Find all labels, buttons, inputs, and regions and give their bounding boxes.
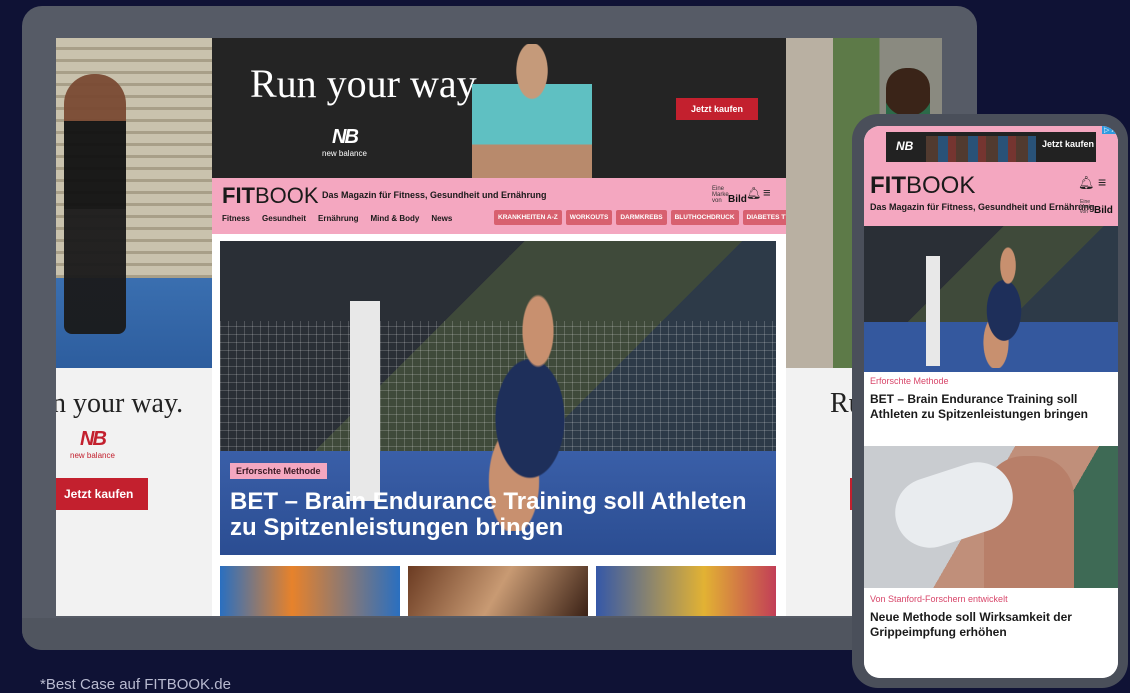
fitbook-logo[interactable]: FITBOOK [222, 183, 319, 209]
new-balance-logo: NB new balance [322, 126, 367, 158]
site-tagline: Das Magazin für Fitness, Gesundheit und … [322, 190, 547, 200]
logo-light: BOOK [906, 172, 976, 199]
hamburger-menu-icon[interactable]: ≡ [1098, 174, 1106, 190]
laptop-frame: n your way. NB new balance Jetzt kaufen … [22, 6, 977, 650]
nav-item-gesundheit[interactable]: Gesundheit [262, 214, 306, 223]
ad-choices-close-icon[interactable]: ▷ X [1102, 126, 1118, 134]
article-kicker: Von Stanford-Forschern entwickelt [870, 594, 1008, 604]
phone-screen: NB Jetzt kaufen ▷ X FITBOOK 🔔︎ ≡ Das Mag… [864, 126, 1118, 678]
laptop-screen: n your way. NB new balance Jetzt kaufen … [56, 38, 942, 616]
mobile-ad-image: NB Jetzt kaufen [886, 132, 1096, 162]
article-image[interactable] [864, 446, 1118, 588]
topic-tags: KRANKHEITEN A-Z WORKOUTS DARMKREBS BLUTH… [494, 210, 804, 225]
partner-name: Bild [728, 194, 747, 205]
side-ad-left-cta-button[interactable]: Jetzt kaufen [56, 478, 148, 510]
fitbook-logo[interactable]: FITBOOK [870, 172, 975, 200]
tag-darmkrebs[interactable]: DARMKREBS [616, 210, 667, 225]
partner-small: Eine Marke von [712, 186, 729, 204]
new-balance-logo: NB new balance [70, 428, 115, 460]
tag-workouts[interactable]: WORKOUTS [565, 210, 613, 225]
nav-item-mind-body[interactable]: Mind & Body [370, 214, 419, 223]
hero-article[interactable]: Erforschte Methode BET – Brain Endurance… [220, 241, 776, 555]
nav-item-ernaehrung[interactable]: Ernährung [318, 214, 358, 223]
bild-partner-logo[interactable]: Eine Marke von Bild [1080, 199, 1113, 216]
top-ad-cta-button[interactable]: Jetzt kaufen [676, 98, 758, 120]
athlete-photo [472, 44, 592, 178]
article-kicker: Erforschte Methode [870, 376, 949, 386]
logo-bold: FIT [222, 183, 255, 208]
bild-partner-logo[interactable]: Eine Marke von Bild [712, 186, 747, 205]
laptop-base [22, 618, 977, 650]
hero-kicker: Erforschte Methode [230, 463, 327, 479]
mobile-banner-ad[interactable]: NB Jetzt kaufen ▷ X [864, 126, 1118, 166]
nav-item-fitness[interactable]: Fitness [222, 214, 250, 223]
bell-icon[interactable]: 🔔︎ [746, 186, 761, 200]
top-ad-slogan: Run your way. [250, 61, 485, 106]
side-ad-left[interactable]: n your way. NB new balance Jetzt kaufen [56, 38, 212, 616]
mobile-ad-cta[interactable]: Jetzt kaufen [1042, 139, 1094, 149]
player-photo [964, 240, 1044, 368]
new-balance-mark: NB [80, 428, 107, 450]
hamburger-menu-icon[interactable]: ≡ [763, 185, 771, 200]
new-balance-word: new balance [322, 149, 367, 158]
side-ad-left-slogan: n your way. [56, 388, 184, 419]
bell-icon[interactable]: 🔔︎ [1078, 175, 1095, 191]
article-title[interactable]: Neue Methode soll Wirksamkeit der Grippe… [870, 610, 1114, 640]
logo-light: BOOK [255, 183, 319, 208]
new-balance-word: new balance [70, 451, 115, 460]
net-post-photo [926, 256, 940, 366]
article-thumbnail[interactable] [408, 566, 588, 616]
main-nav: Fitness Gesundheit Ernährung Mind & Body… [222, 214, 452, 223]
caption: *Best Case auf FITBOOK.de [40, 676, 231, 693]
new-balance-mark: NB [332, 126, 359, 148]
ad-people-photo [926, 136, 1036, 162]
phone-frame: NB Jetzt kaufen ▷ X FITBOOK 🔔︎ ≡ Das Mag… [852, 114, 1128, 688]
logo-bold: FIT [870, 172, 906, 199]
hero-title[interactable]: BET – Brain Endurance Training soll Athl… [230, 489, 750, 541]
partner-small: Eine Marke von [1080, 199, 1094, 215]
article-thumbnail[interactable] [220, 566, 400, 616]
net-post-photo [350, 301, 380, 501]
site-header: FITBOOK Das Magazin für Fitness, Gesundh… [212, 178, 804, 234]
mobile-site-header: FITBOOK 🔔︎ ≡ Das Magazin für Fitness, Ge… [864, 166, 1118, 226]
nav-item-news[interactable]: News [431, 214, 452, 223]
tag-bluthochdruck[interactable]: BLUTHOCHDRUCK [670, 210, 739, 225]
new-balance-mark: NB [896, 139, 914, 153]
tag-krankheiten[interactable]: KRANKHEITEN A-Z [494, 210, 562, 225]
runner-photo [64, 74, 126, 334]
article-title[interactable]: BET – Brain Endurance Training soll Athl… [870, 392, 1114, 422]
article-thumbnail[interactable] [596, 566, 776, 616]
top-banner-ad[interactable]: Run your way. NB new balance Jetzt kaufe… [212, 38, 786, 178]
partner-name: Bild [1094, 205, 1113, 216]
site-tagline: Das Magazin für Fitness, Gesundheit und … [870, 202, 1095, 212]
fitbook-page: Run your way. NB new balance Jetzt kaufe… [212, 38, 804, 616]
article-image[interactable] [864, 226, 1118, 372]
